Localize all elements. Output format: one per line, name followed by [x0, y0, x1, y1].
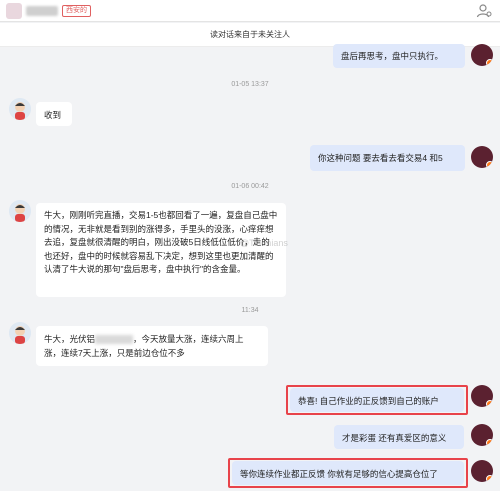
contact-avatar[interactable] [6, 3, 22, 19]
badge-dot [486, 475, 493, 482]
sender-avatar[interactable] [9, 200, 31, 222]
my-avatar[interactable] [471, 146, 493, 168]
cartoon-avatar-icon [9, 98, 31, 120]
badge-dot [486, 439, 493, 446]
my-avatar[interactable] [471, 44, 493, 66]
cartoon-avatar-icon [9, 200, 31, 222]
redacted-text [95, 335, 134, 345]
badge-dot [486, 59, 493, 66]
contact-name-blurred [26, 6, 58, 16]
message-bubble-sent: 你这种问题 要去看去看交易4 和5 [310, 145, 465, 171]
highlight-box [228, 458, 468, 488]
sender-avatar[interactable] [9, 322, 31, 344]
cartoon-avatar-icon [9, 322, 31, 344]
message-bubble-sent: 才是彩蛋 还有真爱区的意义 [334, 425, 464, 449]
sender-avatar[interactable] [9, 98, 31, 120]
message-bubble-received: 收到 [36, 102, 72, 126]
message-bubble-sent: 盘后再思考，盘中只执行。 [333, 44, 465, 68]
user-settings-icon[interactable] [476, 3, 492, 19]
message-bubble-received: 牛大，光伏铝 ，今天放量大涨，连续六周上涨，连续7天上涨，只是前边仓位不多 [36, 326, 268, 366]
top-bar: 西安的 [0, 0, 500, 22]
timestamp: 01-06 00:42 [231, 183, 269, 190]
badge-dot [486, 161, 493, 168]
timestamp: 01-05 13:37 [231, 81, 269, 88]
timestamp: 11:34 [241, 307, 259, 314]
my-avatar[interactable] [471, 424, 493, 446]
my-avatar[interactable] [471, 460, 493, 482]
message-bubble-received: 牛大，刚刚听完直播，交易1-5也都回看了一遍，复盘自己盘中的情况，无非就是看到别… [36, 203, 286, 297]
highlight-box [286, 385, 468, 415]
contact-tag: 西安的 [62, 5, 91, 17]
my-avatar[interactable] [471, 385, 493, 407]
message-text-part: 牛大，光伏铝 [44, 334, 96, 344]
badge-dot [486, 400, 493, 407]
